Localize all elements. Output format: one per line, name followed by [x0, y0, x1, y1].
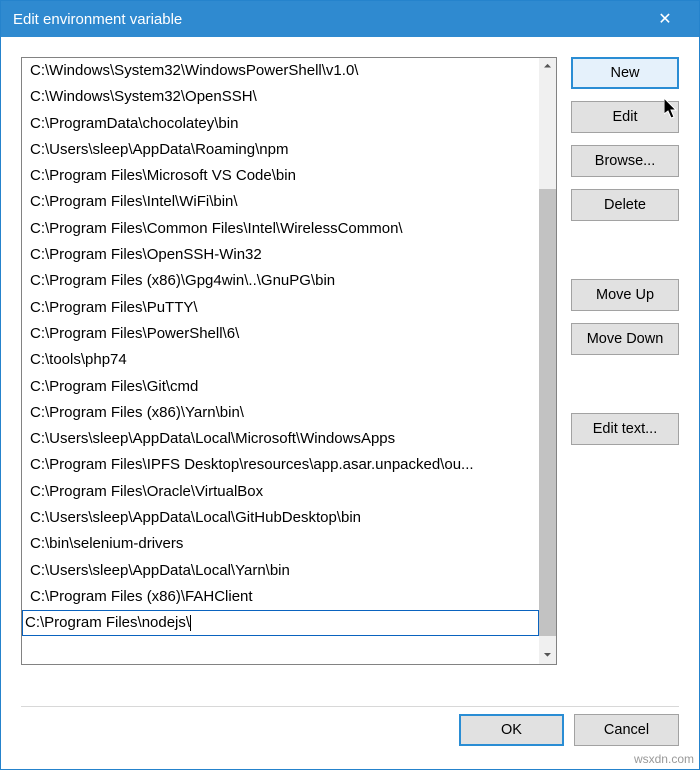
- move-down-button[interactable]: Move Down: [571, 323, 679, 355]
- delete-button[interactable]: Delete: [571, 189, 679, 221]
- side-buttons: New Edit Browse... Delete Move Up Move D…: [571, 57, 679, 696]
- edit-button[interactable]: Edit: [571, 101, 679, 133]
- dialog-body: C:\Windows\System32\WindowsPowerShell\v1…: [1, 37, 699, 706]
- list-item[interactable]: C:\Program Files\IPFS Desktop\resources\…: [22, 452, 539, 478]
- list-item[interactable]: C:\Program Files\PuTTY\: [22, 295, 539, 321]
- list-item[interactable]: C:\Program Files (x86)\FAHClient: [22, 584, 539, 610]
- scroll-up-arrow[interactable]: ⏶: [539, 58, 556, 75]
- path-listbox[interactable]: C:\Windows\System32\WindowsPowerShell\v1…: [21, 57, 557, 665]
- close-icon: ✕: [658, 9, 671, 29]
- list-item[interactable]: C:\Program Files\PowerShell\6\: [22, 321, 539, 347]
- list-item[interactable]: C:\Program Files (x86)\Yarn\bin\: [22, 400, 539, 426]
- bottom-bar: OK Cancel: [1, 707, 699, 769]
- inline-edit-field[interactable]: C:\Program Files\nodejs\: [23, 611, 538, 635]
- browse-button[interactable]: Browse...: [571, 145, 679, 177]
- move-up-button[interactable]: Move Up: [571, 279, 679, 311]
- edit-text-button[interactable]: Edit text...: [571, 413, 679, 445]
- spacer: [571, 233, 679, 279]
- list-item[interactable]: C:\Program Files\nodejs\: [22, 610, 539, 636]
- list-items: C:\Windows\System32\WindowsPowerShell\v1…: [22, 58, 539, 664]
- list-item[interactable]: C:\Program Files\OpenSSH-Win32: [22, 242, 539, 268]
- list-item[interactable]: C:\Program Files\Git\cmd: [22, 374, 539, 400]
- window-title: Edit environment variable: [13, 11, 182, 28]
- scroll-thumb[interactable]: [539, 189, 556, 635]
- list-item[interactable]: C:\Program Files\Common Files\Intel\Wire…: [22, 216, 539, 242]
- scroll-down-arrow[interactable]: ⏷: [539, 647, 556, 664]
- edit-env-dialog: Edit environment variable ✕ C:\Windows\S…: [0, 0, 700, 770]
- new-button[interactable]: New: [571, 57, 679, 89]
- list-item[interactable]: C:\Users\sleep\AppData\Roaming\npm: [22, 137, 539, 163]
- list-item[interactable]: C:\Users\sleep\AppData\Local\Microsoft\W…: [22, 426, 539, 452]
- list-item[interactable]: C:\tools\php74: [22, 347, 539, 373]
- list-item[interactable]: C:\Program Files (x86)\Gpg4win\..\GnuPG\…: [22, 268, 539, 294]
- list-item[interactable]: C:\Program Files\Intel\WiFi\bin\: [22, 189, 539, 215]
- list-item[interactable]: C:\Users\sleep\AppData\Local\Yarn\bin: [22, 558, 539, 584]
- list-item[interactable]: C:\ProgramData\chocolatey\bin: [22, 111, 539, 137]
- ok-button[interactable]: OK: [459, 714, 564, 746]
- list-item[interactable]: C:\Windows\System32\OpenSSH\: [22, 84, 539, 110]
- scrollbar[interactable]: ⏶ ⏷: [539, 58, 556, 664]
- scroll-track[interactable]: [539, 75, 556, 647]
- watermark: wsxdn.com: [634, 752, 694, 766]
- list-item[interactable]: C:\Windows\System32\WindowsPowerShell\v1…: [22, 58, 539, 84]
- cancel-button[interactable]: Cancel: [574, 714, 679, 746]
- spacer: [571, 367, 679, 413]
- list-item[interactable]: C:\Users\sleep\AppData\Local\GitHubDeskt…: [22, 505, 539, 531]
- list-item[interactable]: C:\Program Files\Microsoft VS Code\bin: [22, 163, 539, 189]
- titlebar: Edit environment variable ✕: [1, 1, 699, 37]
- list-item[interactable]: C:\Program Files\Oracle\VirtualBox: [22, 479, 539, 505]
- list-item[interactable]: C:\bin\selenium-drivers: [22, 531, 539, 557]
- close-button[interactable]: ✕: [643, 1, 687, 37]
